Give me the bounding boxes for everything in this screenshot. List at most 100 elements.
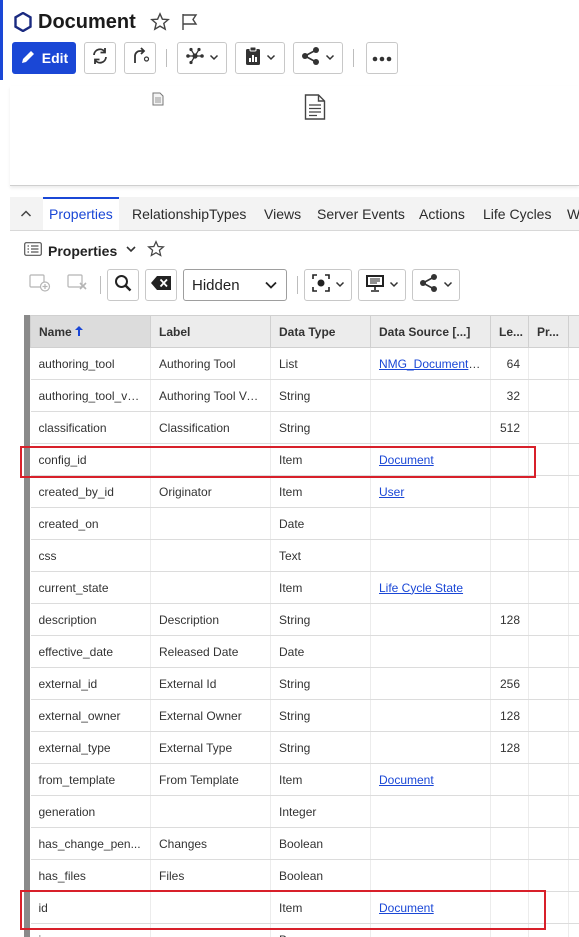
- view-mode-button[interactable]: [304, 269, 352, 301]
- table-row[interactable]: css Text: [30, 539, 579, 572]
- table-row[interactable]: external_id External Id String 256: [30, 667, 579, 700]
- cell-length[interactable]: [490, 539, 529, 572]
- cell-label[interactable]: [150, 795, 271, 828]
- cell-label[interactable]: [150, 571, 271, 604]
- cell-length[interactable]: [490, 475, 529, 508]
- cell-extra[interactable]: [568, 507, 579, 540]
- cell-extra[interactable]: [568, 795, 579, 828]
- cell-name[interactable]: external_owner: [30, 699, 151, 732]
- cell-precision[interactable]: [528, 795, 569, 828]
- cell-data-source[interactable]: [370, 859, 491, 892]
- cell-data-type[interactable]: Boolean: [270, 827, 371, 860]
- cell-data-type[interactable]: String: [270, 411, 371, 444]
- cell-extra[interactable]: [568, 539, 579, 572]
- add-row-button[interactable]: [24, 269, 56, 301]
- cell-length[interactable]: 256: [490, 667, 529, 700]
- table-row[interactable]: created_by_id Originator Item User: [30, 475, 579, 508]
- cell-data-source[interactable]: Life Cycle State: [370, 571, 491, 604]
- cell-precision[interactable]: [528, 635, 569, 668]
- cell-precision[interactable]: [528, 667, 569, 700]
- cell-label[interactable]: Files: [150, 859, 271, 892]
- column-header-data-type[interactable]: Data Type: [270, 315, 371, 348]
- tab-more[interactable]: W: [567, 197, 579, 230]
- cell-name[interactable]: external_id: [30, 667, 151, 700]
- cell-data-source[interactable]: User: [370, 475, 491, 508]
- cell-precision[interactable]: [528, 603, 569, 636]
- favorite-star-icon[interactable]: [147, 239, 166, 263]
- cell-name[interactable]: has_files: [30, 859, 151, 892]
- tab-relationshiptypes[interactable]: RelationshipTypes: [132, 197, 246, 230]
- search-button[interactable]: [107, 269, 139, 301]
- cell-label[interactable]: [150, 539, 271, 572]
- chevron-up-icon[interactable]: [20, 207, 32, 225]
- clear-search-button[interactable]: [145, 269, 177, 301]
- cell-length[interactable]: [490, 827, 529, 860]
- table-row[interactable]: current_state Item Life Cycle State: [30, 571, 579, 604]
- cell-data-type[interactable]: String: [270, 699, 371, 732]
- cell-data-type[interactable]: String: [270, 603, 371, 636]
- column-header-label[interactable]: Label: [150, 315, 271, 348]
- table-row[interactable]: classification Classification String 512: [30, 411, 579, 444]
- cell-name[interactable]: from_template: [30, 763, 151, 796]
- cell-data-type[interactable]: String: [270, 379, 371, 412]
- cell-data-source[interactable]: [370, 731, 491, 764]
- flag-icon[interactable]: [180, 12, 200, 32]
- promote-button[interactable]: [124, 42, 156, 74]
- cell-data-source[interactable]: [370, 667, 491, 700]
- cell-data-source[interactable]: [370, 411, 491, 444]
- refresh-button[interactable]: [84, 42, 116, 74]
- cell-length[interactable]: [490, 635, 529, 668]
- table-row[interactable]: external_owner External Owner String 128: [30, 699, 579, 732]
- cell-precision[interactable]: [528, 539, 569, 572]
- more-actions-button[interactable]: [366, 42, 398, 74]
- cell-extra[interactable]: [568, 827, 579, 860]
- cell-data-type[interactable]: Item: [270, 763, 371, 796]
- cell-length[interactable]: 64: [490, 347, 529, 380]
- cell-extra[interactable]: [568, 923, 579, 937]
- cell-data-source[interactable]: [370, 699, 491, 732]
- cell-label[interactable]: Changes: [150, 827, 271, 860]
- cell-name[interactable]: description: [30, 603, 151, 636]
- column-header-data-source[interactable]: Data Source [...]: [370, 315, 491, 348]
- cell-data-source[interactable]: [370, 827, 491, 860]
- cell-data-source[interactable]: NMG_Document_...: [370, 347, 491, 380]
- cell-precision[interactable]: [528, 379, 569, 412]
- cell-precision[interactable]: [528, 827, 569, 860]
- cell-extra[interactable]: [568, 667, 579, 700]
- cell-length[interactable]: 32: [490, 379, 529, 412]
- search-mode-select[interactable]: Hidden: [183, 269, 287, 301]
- data-source-link[interactable]: Document: [379, 773, 434, 787]
- cell-label[interactable]: Authoring Tool: [150, 347, 271, 380]
- chevron-down-icon[interactable]: [125, 242, 137, 260]
- cell-length[interactable]: [490, 859, 529, 892]
- cell-data-type[interactable]: Date: [270, 507, 371, 540]
- edit-button[interactable]: Edit: [12, 42, 76, 74]
- cell-precision[interactable]: [528, 507, 569, 540]
- grid-share-menu-button[interactable]: [412, 269, 460, 301]
- cell-extra[interactable]: [568, 475, 579, 508]
- cell-label[interactable]: Originator: [150, 475, 271, 508]
- cell-extra[interactable]: [568, 411, 579, 444]
- data-source-link[interactable]: NMG_Document_...: [379, 357, 485, 371]
- column-header-length[interactable]: Le...: [490, 315, 529, 348]
- delete-row-button[interactable]: [62, 269, 94, 301]
- cell-extra[interactable]: [568, 891, 579, 924]
- cell-name[interactable]: external_type: [30, 731, 151, 764]
- cell-precision[interactable]: [528, 731, 569, 764]
- cell-data-source[interactable]: [370, 603, 491, 636]
- cell-data-source[interactable]: [370, 635, 491, 668]
- column-header-name[interactable]: Name: [30, 315, 151, 348]
- cell-label[interactable]: External Owner: [150, 699, 271, 732]
- cell-data-type[interactable]: Date: [270, 635, 371, 668]
- cell-data-source[interactable]: Document: [370, 763, 491, 796]
- cell-precision[interactable]: [528, 859, 569, 892]
- cell-label[interactable]: Classification: [150, 411, 271, 444]
- cell-extra[interactable]: [568, 379, 579, 412]
- cell-precision[interactable]: [528, 347, 569, 380]
- cell-label[interactable]: [150, 507, 271, 540]
- cell-name[interactable]: effective_date: [30, 635, 151, 668]
- cell-extra[interactable]: [568, 347, 579, 380]
- cell-data-type[interactable]: Integer: [270, 795, 371, 828]
- cell-length[interactable]: [490, 507, 529, 540]
- cell-data-type[interactable]: Boolean: [270, 859, 371, 892]
